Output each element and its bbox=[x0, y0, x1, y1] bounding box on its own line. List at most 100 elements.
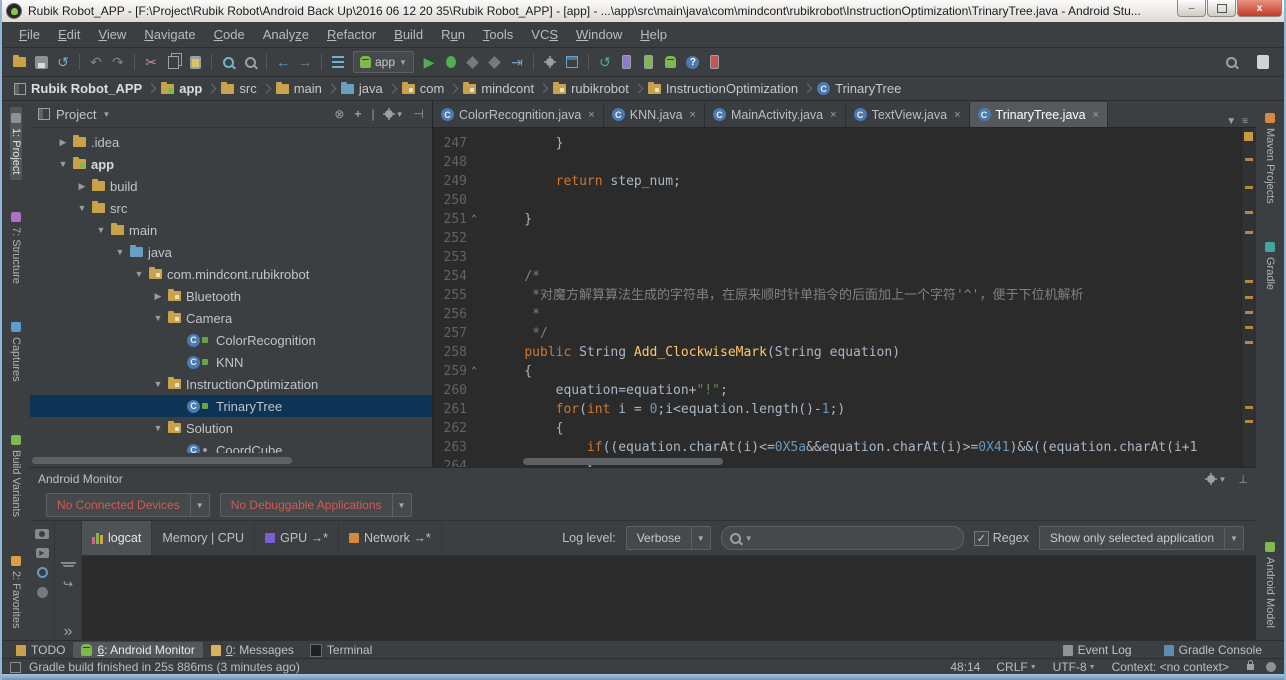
menu-run[interactable]: Run bbox=[432, 24, 474, 45]
close-icon[interactable]: × bbox=[830, 109, 836, 121]
tree-item-colorrecognition[interactable]: CColorRecognition bbox=[30, 329, 432, 351]
tree-item-java[interactable]: ▼java bbox=[30, 241, 432, 263]
tool-button-gradle[interactable]: Gradle bbox=[1264, 236, 1276, 296]
editor-tab-mainactivity-java[interactable]: CMainActivity.java× bbox=[705, 102, 846, 127]
chevron-down-icon[interactable]: ▼ bbox=[152, 313, 164, 323]
close-icon[interactable]: × bbox=[1093, 109, 1099, 121]
chevron-right-icon[interactable]: ▶ bbox=[76, 181, 88, 192]
layout-inspector-icon[interactable] bbox=[37, 567, 48, 578]
tool-button-7-structure[interactable]: 7: Structure bbox=[10, 206, 22, 290]
tree-item-app[interactable]: ▼app bbox=[30, 153, 432, 175]
menu-edit[interactable]: Edit bbox=[49, 24, 89, 45]
breadcrumb-item-java[interactable]: java bbox=[337, 81, 387, 96]
monitor-tab-logcat[interactable]: logcat bbox=[82, 521, 152, 555]
log-level-dropdown[interactable]: Verbose ▼ bbox=[626, 526, 711, 550]
find-icon[interactable] bbox=[217, 51, 239, 73]
debuggable-applications-dropdown[interactable]: No Debuggable Applications ▼ bbox=[220, 493, 412, 517]
tree-item-coordcube[interactable]: CCoordCube bbox=[30, 439, 432, 453]
debug-icon[interactable] bbox=[440, 51, 462, 73]
chevron-down-icon[interactable]: ▼ bbox=[133, 269, 145, 279]
menu-window[interactable]: Window bbox=[567, 24, 631, 45]
back-icon[interactable]: ← bbox=[272, 51, 294, 73]
menu-vcs[interactable]: VCS bbox=[522, 24, 567, 45]
project-structure-icon[interactable] bbox=[561, 51, 583, 73]
tool-button-android-model[interactable]: Android Model bbox=[1264, 536, 1276, 634]
status-crlf[interactable]: CRLF▼ bbox=[996, 660, 1036, 674]
paste-icon[interactable] bbox=[184, 51, 206, 73]
breadcrumb-item-instructionoptimization[interactable]: InstructionOptimization bbox=[644, 81, 802, 96]
chevron-down-icon[interactable]: ▼ bbox=[76, 203, 88, 213]
search-everywhere-icon[interactable] bbox=[1220, 51, 1242, 73]
breadcrumb-item-src[interactable]: src bbox=[217, 81, 260, 96]
tool-button-maven-projects[interactable]: Maven Projects bbox=[1264, 107, 1276, 210]
tree-item-camera[interactable]: ▼Camera bbox=[30, 307, 432, 329]
avd-manager-icon[interactable] bbox=[638, 51, 660, 73]
redo-icon[interactable]: ↷ bbox=[107, 51, 129, 73]
chevron-down-icon[interactable]: ▼ bbox=[152, 379, 164, 389]
sdk-manager-icon[interactable] bbox=[616, 51, 638, 73]
editor-error-stripe[interactable] bbox=[1241, 128, 1256, 467]
breadcrumb-item-mindcont[interactable]: mindcont bbox=[459, 81, 538, 96]
tree-item-solution[interactable]: ▼Solution bbox=[30, 417, 432, 439]
more-actions-icon[interactable]: » bbox=[64, 623, 73, 641]
logcat-output-area[interactable] bbox=[82, 556, 1256, 641]
tree-item-com-mindcont-rubikrobot[interactable]: ▼com.mindcont.rubikrobot bbox=[30, 263, 432, 285]
menu-navigate[interactable]: Navigate bbox=[135, 24, 204, 45]
minimize-panel-icon[interactable]: ⊥ bbox=[1238, 473, 1248, 486]
fold-marker-icon[interactable]: ⌃ bbox=[467, 362, 481, 381]
toolwindow-tab-event-log[interactable]: Event Log bbox=[1055, 642, 1140, 658]
maximize-button[interactable] bbox=[1207, 0, 1236, 17]
status-context-no-context[interactable]: Context: <no context> bbox=[1112, 660, 1229, 674]
toolwindow-tab-todo[interactable]: TODO bbox=[8, 642, 73, 658]
cut-icon[interactable]: ✂ bbox=[140, 51, 162, 73]
minimize-button[interactable]: – bbox=[1177, 0, 1206, 17]
close-icon[interactable]: × bbox=[588, 109, 594, 121]
toolbar-panel-icon[interactable] bbox=[1252, 51, 1274, 73]
screen-record-icon[interactable]: ▶ bbox=[36, 548, 49, 558]
android-monitor-icon[interactable] bbox=[660, 51, 682, 73]
monitor-tab-gpu[interactable]: GPU →* bbox=[255, 521, 339, 555]
code-viewport[interactable]: 247 }248249 return step_num;250251⌃ }252… bbox=[433, 128, 1256, 467]
tree-item-bluetooth[interactable]: ▶Bluetooth bbox=[30, 285, 432, 307]
menu-refactor[interactable]: Refactor bbox=[318, 24, 385, 45]
gear-icon[interactable]: ▼ bbox=[1207, 475, 1226, 484]
menu-view[interactable]: View bbox=[89, 24, 135, 45]
make-project-icon[interactable] bbox=[327, 51, 349, 73]
breadcrumb-item-trinarytree[interactable]: CTrinaryTree bbox=[813, 81, 905, 96]
toolwindow-tab-0-messages[interactable]: 0: Messages bbox=[203, 642, 302, 658]
inspections-profile-icon[interactable] bbox=[1266, 662, 1276, 672]
clear-logcat-icon[interactable] bbox=[63, 565, 74, 567]
tool-button-2-favorites[interactable]: 2: Favorites bbox=[10, 550, 22, 634]
project-view-selector[interactable]: Project ▼ bbox=[38, 107, 110, 122]
chevron-right-icon[interactable]: ▶ bbox=[57, 137, 69, 148]
tree-item-instructionoptimization[interactable]: ▼InstructionOptimization bbox=[30, 373, 432, 395]
chevron-down-icon[interactable]: ▼ bbox=[152, 423, 164, 433]
breadcrumb-item-rubik-robot-app[interactable]: Rubik Robot_APP bbox=[10, 81, 146, 96]
help-icon[interactable]: ? bbox=[682, 51, 704, 73]
menu-help[interactable]: Help bbox=[631, 24, 676, 45]
forward-icon[interactable]: → bbox=[294, 51, 316, 73]
logcat-search-field[interactable]: ▼ bbox=[721, 526, 964, 550]
monitor-tab-network[interactable]: Network →* bbox=[339, 521, 442, 555]
menu-build[interactable]: Build bbox=[385, 24, 432, 45]
editor-tab-knn-java[interactable]: CKNN.java× bbox=[604, 102, 705, 127]
toolwindow-tab-gradle-console[interactable]: Gradle Console bbox=[1156, 642, 1270, 658]
project-horizontal-scrollbar[interactable] bbox=[32, 457, 428, 464]
tool-button-captures[interactable]: Captures bbox=[10, 316, 22, 388]
status-48-14[interactable]: 48:14 bbox=[950, 660, 980, 674]
close-button[interactable]: x bbox=[1237, 0, 1282, 17]
editor-tab-textview-java[interactable]: CTextView.java× bbox=[846, 102, 970, 127]
regex-checkbox[interactable]: ✓ bbox=[974, 531, 989, 546]
gear-icon[interactable]: ▼ bbox=[385, 110, 404, 119]
chevron-down-icon[interactable]: ▼ bbox=[114, 247, 126, 257]
breadcrumb-item-com[interactable]: com bbox=[398, 81, 449, 96]
undo-icon[interactable]: ↶ bbox=[85, 51, 107, 73]
background-tasks-icon[interactable] bbox=[10, 662, 21, 673]
hide-panel-icon[interactable]: ⊣ bbox=[414, 107, 424, 121]
breadcrumb-item-app[interactable]: app bbox=[157, 81, 206, 96]
settings-wrench-icon[interactable] bbox=[539, 51, 561, 73]
lock-icon[interactable] bbox=[1247, 664, 1254, 670]
toolwindow-tab-terminal[interactable]: Terminal bbox=[302, 642, 380, 658]
split-editor-icon[interactable]: ≡ bbox=[1242, 116, 1248, 127]
menu-file[interactable]: File bbox=[10, 24, 49, 45]
